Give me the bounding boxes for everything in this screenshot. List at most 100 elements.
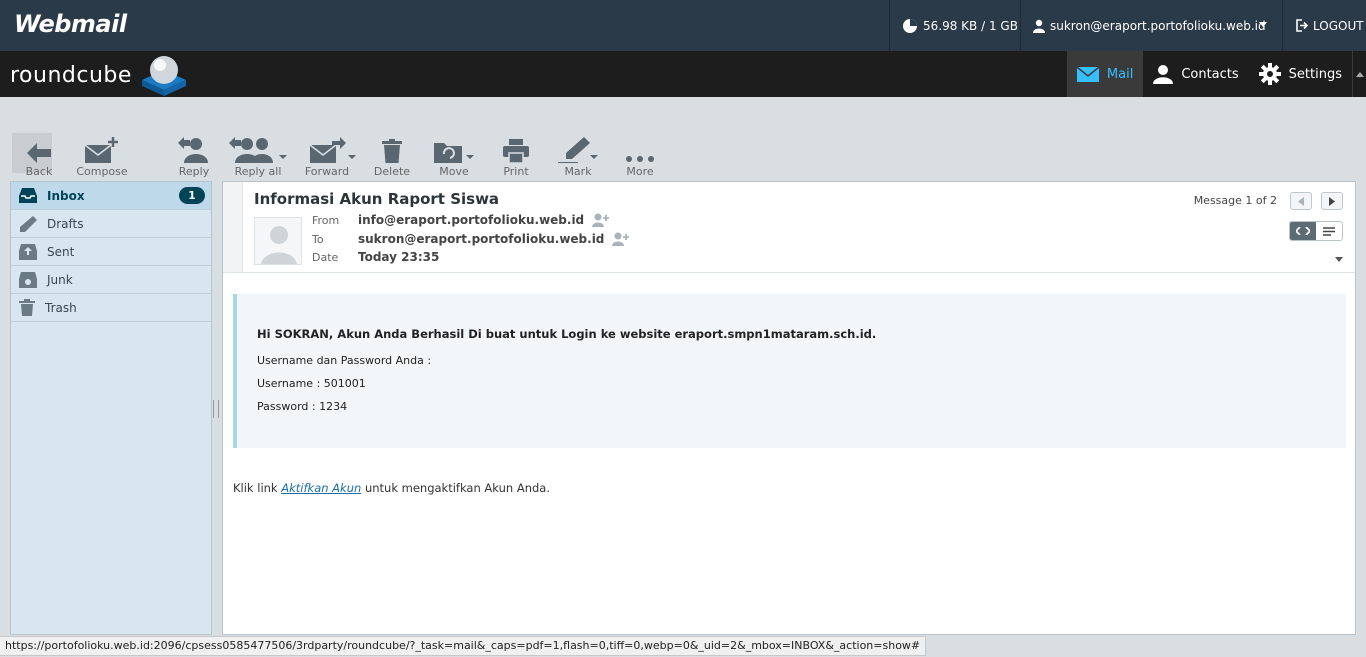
reply-all-icon: [229, 137, 287, 163]
chevron-left-icon: [1298, 196, 1304, 206]
closing-text: Klik link Aktifkan Akun untuk mengaktifk…: [233, 481, 550, 495]
more-dots-icon: [626, 156, 654, 162]
activate-account-link[interactable]: Aktifkan Akun: [281, 481, 361, 495]
nav-settings[interactable]: Settings: [1249, 51, 1352, 97]
pie-chart-icon: [903, 18, 917, 33]
add-contact-icon[interactable]: [612, 232, 630, 246]
user-menu[interactable]: sukron@eraport.portofolioku.web.id: [1020, 0, 1282, 51]
folder-drafts[interactable]: Drafts: [11, 210, 211, 238]
user-icon: [1033, 19, 1045, 33]
plain-view-button[interactable]: [1316, 222, 1342, 240]
expand-headers-icon[interactable]: [1335, 257, 1343, 262]
to-address[interactable]: sukron@eraport.portofolioku.web.id: [358, 232, 604, 246]
main-nav: Mail Contacts Settings: [1066, 51, 1366, 97]
envelope-icon: [1076, 66, 1099, 82]
reply-button[interactable]: Reply: [164, 133, 224, 178]
logout-icon: [1296, 19, 1308, 32]
top-bar: Webmail 56.98 KB / 1 GB sukron@eraport.p…: [0, 0, 1366, 51]
nav-mail-label: Mail: [1106, 66, 1134, 82]
print-label: Print: [503, 165, 529, 178]
forward-button[interactable]: Forward: [297, 133, 357, 178]
roundcube-logo-icon: [141, 56, 186, 96]
gear-icon: [1258, 63, 1281, 85]
forward-icon: [309, 137, 356, 163]
move-button[interactable]: Move: [424, 133, 484, 178]
folder-sent[interactable]: Sent: [11, 238, 211, 266]
message-toolbar: Back Compose Reply Reply all Forward Del…: [0, 97, 1366, 181]
folder-trash[interactable]: Trash: [11, 294, 211, 322]
chevron-up-icon: [1355, 71, 1364, 77]
chevron-down-icon: [1259, 22, 1267, 27]
reply-all-button[interactable]: Reply all: [228, 133, 288, 178]
message-header: Informasi Akun Raport Siswa From info@er…: [223, 182, 1355, 273]
printer-icon: [503, 139, 529, 163]
folder-inbox[interactable]: Inbox 1: [11, 182, 211, 210]
body-line-1: Username dan Password Anda :: [257, 354, 432, 367]
webmail-brand[interactable]: Webmail: [14, 10, 127, 38]
body-greeting: Hi SOKRAN, Akun Anda Berhasil Di buat un…: [257, 327, 877, 341]
more-button[interactable]: More: [610, 133, 670, 178]
person-icon: [1153, 65, 1174, 84]
folder-drafts-label: Drafts: [47, 216, 84, 231]
nav-mail[interactable]: Mail: [1066, 51, 1144, 97]
folder-junk[interactable]: Junk: [11, 266, 211, 294]
app-header: roundcube Mail Contacts Settings: [0, 51, 1366, 97]
body-line-2: Username : 501001: [257, 377, 366, 390]
closing-after: untuk mengaktifkan Akun Anda.: [361, 481, 550, 495]
next-message-button[interactable]: [1321, 192, 1343, 210]
person-silhouette-icon: [261, 226, 297, 264]
closing-before: Klik link: [233, 481, 282, 495]
folder-list: Inbox 1 Drafts Sent Junk Trash: [10, 181, 212, 635]
marker-icon: [558, 137, 598, 163]
more-label: More: [626, 165, 654, 178]
folder-trash-label: Trash: [45, 300, 77, 315]
junk-icon: [19, 271, 37, 288]
html-view-button[interactable]: [1290, 222, 1316, 240]
mark-label: Mark: [564, 165, 592, 178]
message-subject: Informasi Akun Raport Siswa: [254, 190, 500, 208]
body-line-3: Password : 1234: [257, 400, 348, 413]
logout-label: LOGOUT: [1313, 18, 1364, 33]
folder-sent-label: Sent: [47, 244, 75, 259]
sender-avatar: [254, 217, 302, 265]
message-panel: Informasi Akun Raport Siswa From info@er…: [222, 181, 1356, 635]
back-label: Back: [25, 165, 53, 178]
from-row: From info@eraport.portofolioku.web.id: [312, 213, 610, 227]
arrow-left-icon: [27, 143, 51, 163]
move-label: Move: [439, 165, 469, 178]
pane-splitter[interactable]: [213, 400, 219, 418]
compose-button[interactable]: Compose: [72, 133, 132, 178]
chevron-right-icon: [1329, 196, 1335, 206]
quota-indicator: 56.98 KB / 1 GB: [889, 0, 1019, 51]
mark-button[interactable]: Mark: [548, 133, 608, 178]
header-strip: [223, 182, 243, 272]
message-body-block: Hi SOKRAN, Akun Anda Berhasil Di buat un…: [233, 294, 1346, 448]
from-address[interactable]: info@eraport.portofolioku.web.id: [358, 213, 584, 227]
inbox-icon: [19, 188, 37, 203]
reply-all-label: Reply all: [234, 165, 282, 178]
delete-button[interactable]: Delete: [362, 133, 422, 178]
collapse-header-button[interactable]: [1352, 51, 1366, 97]
back-button-label-wrap[interactable]: Back: [9, 133, 69, 178]
date-row: Date Today 23:35: [312, 250, 439, 264]
roundcube-logo[interactable]: roundcube: [10, 55, 188, 96]
nav-contacts[interactable]: Contacts: [1143, 51, 1248, 97]
view-mode-toggle: [1289, 221, 1343, 241]
folder-inbox-label: Inbox: [47, 188, 85, 203]
folder-junk-label: Junk: [47, 272, 73, 287]
reply-icon: [178, 137, 208, 163]
compose-icon: [85, 137, 118, 163]
from-label: From: [312, 213, 340, 227]
previous-message-button[interactable]: [1290, 192, 1312, 210]
to-row: To sukron@eraport.portofolioku.web.id: [312, 232, 630, 246]
delete-label: Delete: [373, 165, 411, 178]
print-button[interactable]: Print: [486, 133, 546, 178]
user-email: sukron@eraport.portofolioku.web.id: [1050, 18, 1266, 33]
logout-button[interactable]: LOGOUT: [1282, 0, 1366, 51]
message-date: Today 23:35: [358, 250, 440, 264]
add-contact-icon[interactable]: [592, 213, 610, 227]
logo-text: roundcube: [10, 62, 132, 88]
code-icon: [1296, 227, 1310, 235]
unread-count-badge: 1: [179, 187, 205, 204]
folder-move-icon: [434, 143, 474, 163]
